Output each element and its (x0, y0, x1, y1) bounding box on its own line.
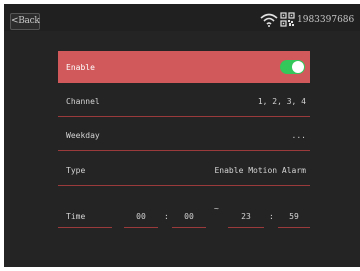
divider (58, 150, 310, 151)
end-minute-underline (278, 227, 310, 228)
wifi-icon (260, 13, 278, 27)
channel-value: 1, 2, 3, 4 (257, 97, 306, 106)
time-label: Time (66, 212, 86, 221)
divider (58, 185, 310, 186)
enable-row[interactable]: Enable (58, 51, 310, 83)
time-range-separator: ~ (214, 204, 219, 213)
start-minute-field[interactable]: 00 (172, 212, 206, 221)
start-hour-underline (124, 227, 158, 228)
channel-label: Channel (66, 97, 100, 106)
end-hour-field[interactable]: 23 (228, 212, 264, 221)
time-row: Time 00 : 00 ~ 23 : 59 (58, 200, 310, 230)
time-colon: : (164, 212, 169, 221)
type-row[interactable]: Type Enable Motion Alarm (58, 154, 310, 186)
back-button[interactable]: <Back (10, 13, 40, 30)
enable-label: Enable (66, 63, 95, 72)
end-minute-field[interactable]: 59 (278, 212, 310, 221)
start-minute-underline (172, 227, 206, 228)
top-bar: <Back 1983397686 (4, 4, 360, 31)
divider (58, 227, 112, 228)
end-hour-underline (228, 227, 264, 228)
type-label: Type (66, 166, 86, 175)
start-hour-field[interactable]: 00 (124, 212, 158, 221)
toggle-knob (292, 61, 304, 73)
channel-row[interactable]: Channel 1, 2, 3, 4 (58, 85, 310, 117)
device-id: 1983397686 (297, 15, 355, 25)
weekday-row[interactable]: Weekday ... (58, 119, 310, 151)
alarm-settings-screen: <Back 1983397686 Enable Channel 1, 2, 3,… (4, 4, 360, 267)
enable-toggle[interactable] (280, 60, 305, 74)
type-value: Enable Motion Alarm (214, 166, 306, 175)
time-colon: : (269, 212, 274, 221)
divider (58, 116, 310, 117)
qr-code-icon[interactable] (280, 12, 295, 27)
weekday-value: ... (291, 131, 306, 140)
weekday-label: Weekday (66, 131, 100, 140)
